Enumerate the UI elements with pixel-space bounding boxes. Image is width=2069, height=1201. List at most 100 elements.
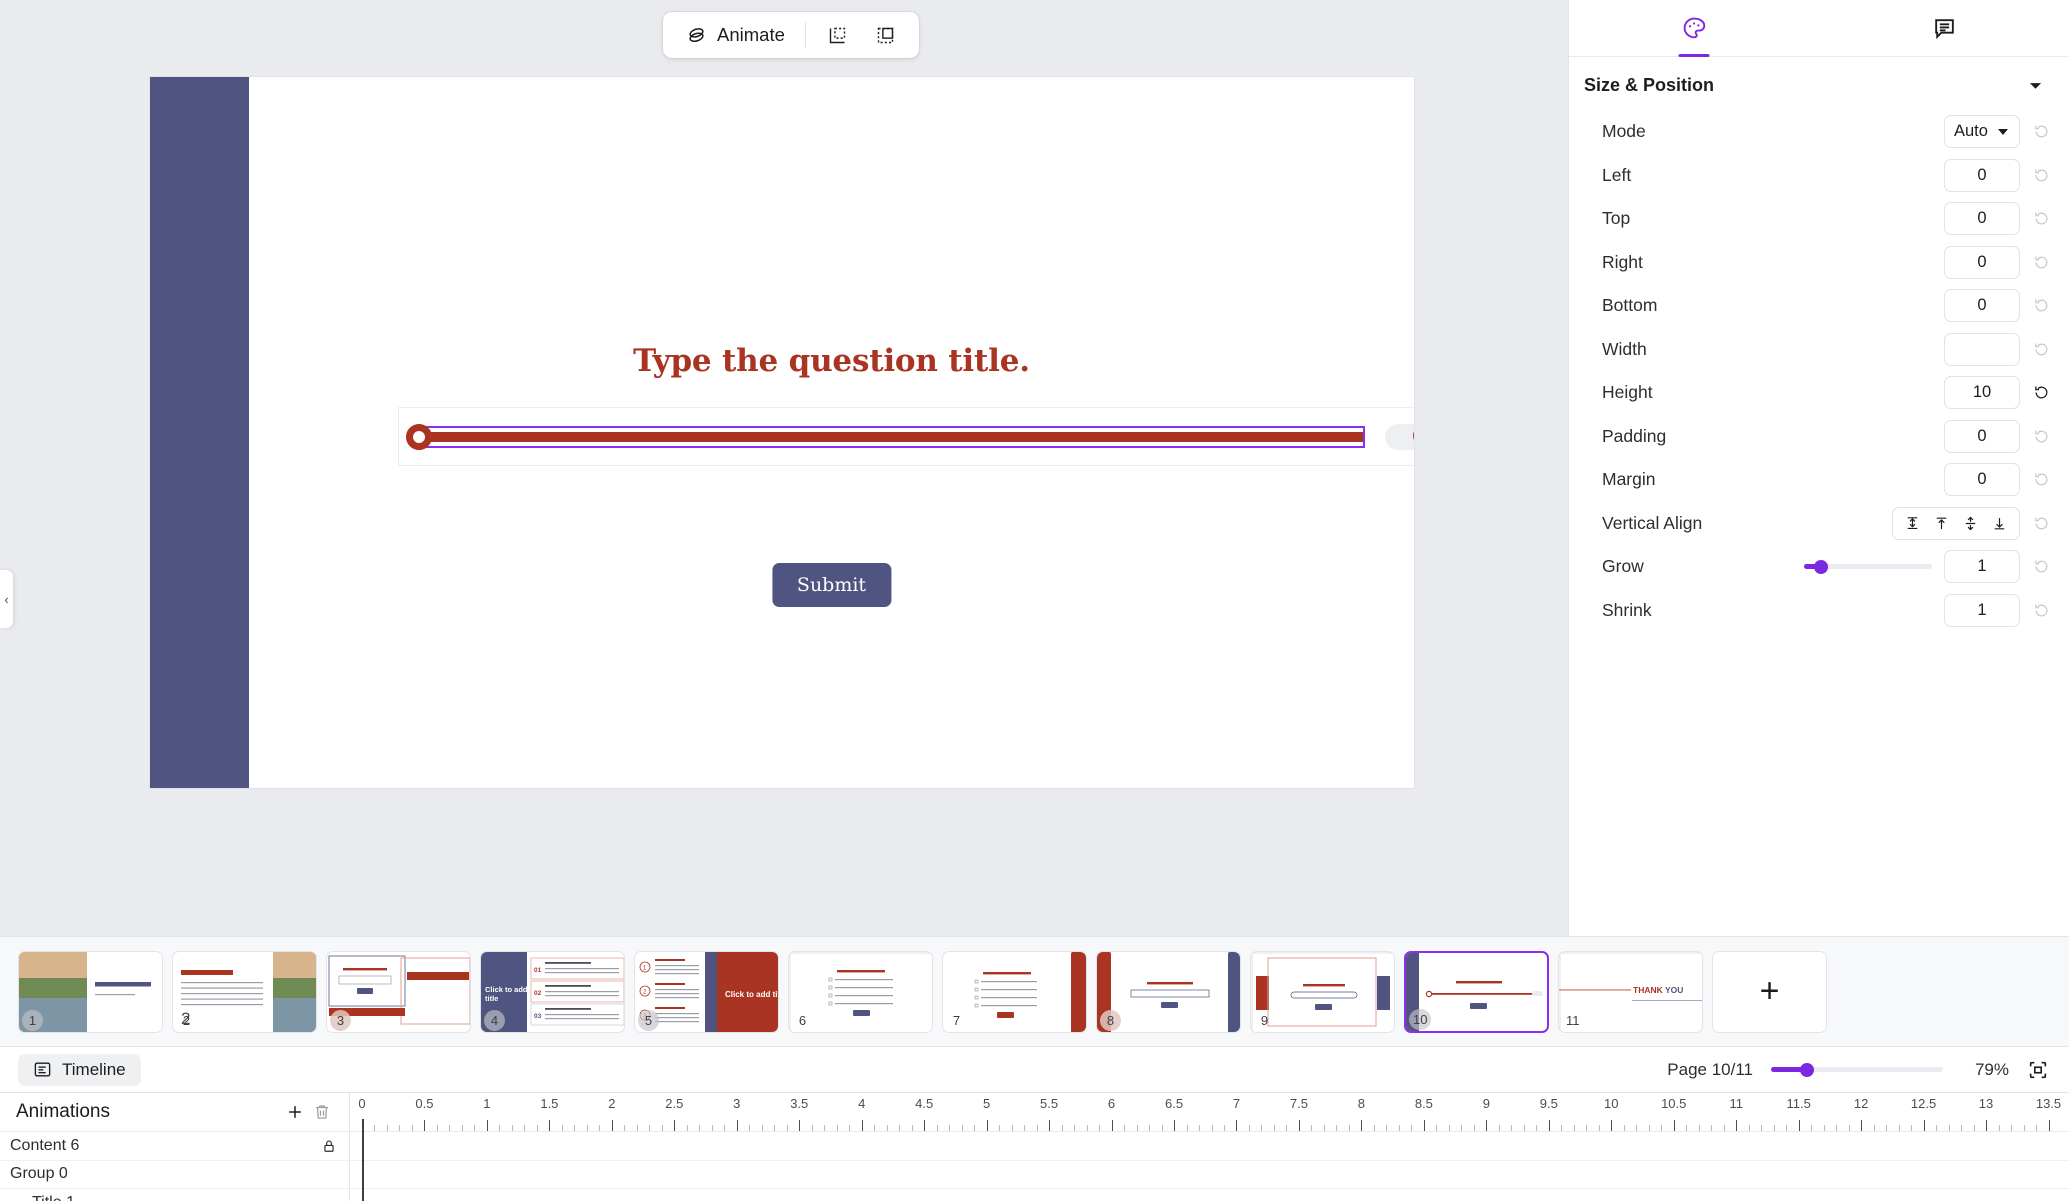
property-label: Shrink xyxy=(1602,599,1652,620)
timeline-ruler[interactable]: 0 0.5 1 1.5 2 2.5 3 3.5 4 4.5 5 5.5 6 6.5 7 7.5 8 8.5 9 9.5… xyxy=(350,1093,2069,1132)
slider-element-selected[interactable] xyxy=(406,423,1365,450)
ruler-tick xyxy=(1673,1120,1675,1131)
ruler-label: 3.5 xyxy=(790,1096,809,1111)
reset-property-icon[interactable] xyxy=(2032,601,2051,620)
zoom-slider-knob[interactable] xyxy=(1800,1062,1815,1077)
slide-thumbnail-2[interactable]: 22 xyxy=(172,950,317,1033)
timeline-track-area[interactable]: 0 0.5 1 1.5 2 2.5 3 3.5 4 4.5 5 5.5 6 6.5 7 7.5 8 8.5 9 9.5… xyxy=(350,1093,2069,1201)
left-input[interactable] xyxy=(1944,158,2020,192)
ruler-tick xyxy=(1161,1125,1163,1131)
reset-property-icon[interactable] xyxy=(2032,340,2051,359)
slide-thumbnail-1[interactable]: 1 xyxy=(18,950,163,1033)
reset-property-icon[interactable] xyxy=(2032,427,2051,446)
add-slide-button[interactable]: + xyxy=(1712,950,1827,1033)
zoom-slider[interactable] xyxy=(1771,1062,1943,1077)
reset-property-icon[interactable] xyxy=(2032,253,2051,272)
reset-property-icon[interactable] xyxy=(2032,122,2051,141)
ruler-label: 13 xyxy=(1978,1096,1994,1111)
track-lane-content-6[interactable] xyxy=(350,1132,2069,1161)
reset-property-icon[interactable] xyxy=(2032,383,2051,402)
slide-thumbnail-strip[interactable]: 1 22 3 Click to add title 01 02 03 4 Cli… xyxy=(0,936,2069,1046)
select-object-icon xyxy=(874,23,898,47)
top-input[interactable] xyxy=(1944,202,2020,236)
padding-input[interactable] xyxy=(1944,419,2020,453)
ruler-tick xyxy=(1548,1120,1550,1131)
align-top-button[interactable] xyxy=(1929,511,1954,536)
margin-input[interactable] xyxy=(1944,463,2020,497)
track-row-title-1[interactable]: Title 1 xyxy=(0,1189,349,1201)
collapse-sidebar-tab[interactable]: ‹ xyxy=(0,570,13,628)
width-input[interactable] xyxy=(1944,332,2020,366)
align-middle-button[interactable] xyxy=(1958,511,1983,536)
align-bottom-button[interactable] xyxy=(1987,511,2012,536)
slide-thumbnail-6[interactable]: 6 xyxy=(788,950,933,1033)
right-input[interactable] xyxy=(1944,245,2020,279)
comment-icon xyxy=(1932,16,1957,41)
tab-design[interactable] xyxy=(1569,0,1819,57)
trash-icon[interactable] xyxy=(308,1099,335,1126)
fit-screen-icon[interactable] xyxy=(2027,1059,2049,1081)
slide-thumbnail-8[interactable]: 8 xyxy=(1096,950,1241,1033)
timeline-toggle-label: Timeline xyxy=(62,1059,126,1079)
select-object-button[interactable] xyxy=(867,18,905,52)
slide-number-badge: 6 xyxy=(798,1012,807,1028)
reset-property-icon[interactable] xyxy=(2032,514,2051,533)
plus-icon[interactable] xyxy=(281,1099,308,1126)
mode-select[interactable]: Auto xyxy=(1944,115,2020,149)
slide-thumbnail-7[interactable]: 7 xyxy=(942,950,1087,1033)
ruler-tick xyxy=(1423,1120,1425,1131)
slide-thumbnail-10[interactable]: 10 xyxy=(1404,950,1549,1033)
ruler-tick xyxy=(1786,1125,1788,1131)
ruler-tick xyxy=(1273,1125,1275,1131)
slider-knob[interactable] xyxy=(406,423,432,450)
slide-number-badge: 2 xyxy=(182,1012,191,1028)
track-lane-title-1[interactable] xyxy=(350,1189,2069,1201)
question-title[interactable]: Type the question title. xyxy=(249,343,1414,379)
align-stretch-button[interactable] xyxy=(1900,511,1925,536)
ruler-tick xyxy=(886,1125,888,1131)
svg-text:title: title xyxy=(485,994,498,1003)
chevron-down-icon[interactable] xyxy=(2028,78,2043,93)
slider-track[interactable] xyxy=(419,431,1363,442)
svg-text:02: 02 xyxy=(534,990,542,997)
property-label: Right xyxy=(1602,251,1643,272)
slide-thumbnail-11[interactable]: THANK YOU 11 xyxy=(1558,950,1703,1033)
zoom-percent-label: 79% xyxy=(1974,1059,2009,1079)
lock-icon[interactable] xyxy=(320,1137,337,1154)
track-lane-group-0[interactable] xyxy=(350,1161,2069,1189)
chevron-left-icon: ‹ xyxy=(4,591,9,607)
shrink-input[interactable] xyxy=(1944,593,2020,627)
ruler-label: 2 xyxy=(608,1096,616,1111)
reset-property-icon[interactable] xyxy=(2032,166,2051,185)
bottom-input[interactable] xyxy=(1944,289,2020,323)
grow-slider-knob[interactable] xyxy=(1813,559,1828,574)
animate-button[interactable]: Animate xyxy=(677,18,792,52)
tab-comments[interactable] xyxy=(1819,0,2069,56)
select-region-button[interactable] xyxy=(819,18,857,52)
height-input[interactable] xyxy=(1944,376,2020,410)
track-row-group-0[interactable]: Group 0 xyxy=(0,1161,349,1189)
slider-question-container[interactable]: 0 xyxy=(398,407,1414,466)
reset-property-icon[interactable] xyxy=(2032,209,2051,228)
track-row-content-6[interactable]: Content 6 xyxy=(0,1132,349,1161)
grow-value-input[interactable] xyxy=(1944,550,2020,584)
property-control xyxy=(1944,376,2051,410)
slide-thumbnail-4[interactable]: Click to add title 01 02 03 4 xyxy=(480,950,625,1033)
reset-property-icon[interactable] xyxy=(2032,470,2051,489)
size-position-section-header[interactable]: Size & Position xyxy=(1569,69,2069,110)
slide-thumbnail-9[interactable]: 9 xyxy=(1250,950,1395,1033)
timeline-playhead[interactable] xyxy=(362,1119,364,1201)
vertical-align-group[interactable] xyxy=(1892,506,2020,540)
timeline-toggle-button[interactable]: Timeline xyxy=(18,1053,141,1086)
grow-slider[interactable] xyxy=(1804,559,1932,574)
ruler-tick xyxy=(699,1125,701,1131)
reset-property-icon[interactable] xyxy=(2032,557,2051,576)
ruler-tick xyxy=(1398,1125,1400,1131)
properties-scroll-area[interactable]: Size & Position Mode Auto Left 0 Top 0 R… xyxy=(1569,57,2069,936)
slide-thumbnail-5[interactable]: Click to add title 1 2 3 5 xyxy=(634,950,779,1033)
reset-property-icon[interactable] xyxy=(2032,296,2051,315)
active-tab-indicator xyxy=(1678,54,1710,57)
submit-button[interactable]: Submit xyxy=(771,563,892,607)
slide-canvas[interactable]: Type the question title. 0 Submit xyxy=(150,77,1414,788)
slide-thumbnail-3[interactable]: 3 xyxy=(326,950,471,1033)
